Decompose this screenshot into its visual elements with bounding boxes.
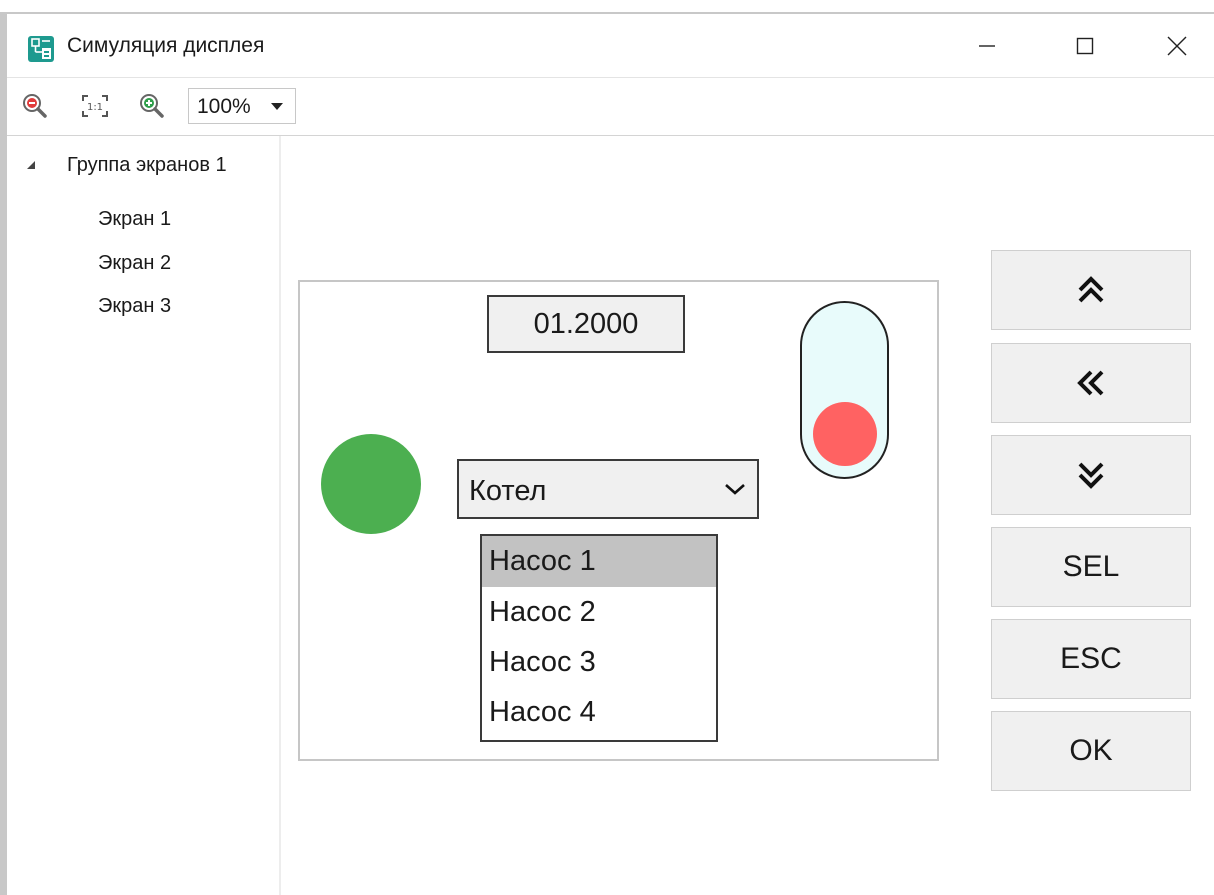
double-chevron-up-icon <box>1078 276 1104 303</box>
back-button[interactable] <box>991 343 1191 423</box>
tree-item-screen-1[interactable]: Экран 1 <box>98 208 171 231</box>
pump-listbox: Насос 1 Насос 2 Насос 3 Насос 4 <box>480 534 718 742</box>
minimize-button[interactable] <box>957 14 1017 77</box>
window-title: Симуляция дисплея <box>67 34 265 57</box>
ok-button[interactable]: OK <box>991 711 1191 791</box>
device-combobox[interactable]: Котел <box>457 459 759 519</box>
actual-size-button[interactable]: 1:1 <box>80 92 108 120</box>
tree-item-screen-3[interactable]: Экран 3 <box>98 295 171 318</box>
list-item-pump-1[interactable]: Насос 1 <box>482 536 716 587</box>
screen-tree: Группа экранов 1 Экран 1 Экран 2 Экран 3 <box>7 136 281 895</box>
toggle-switch[interactable] <box>800 301 889 479</box>
date-field[interactable]: 01.2000 <box>487 295 685 353</box>
tree-group-screens-1[interactable]: Группа экранов 1 <box>67 154 227 177</box>
title-bar: Симуляция дисплея <box>7 14 1214 78</box>
close-icon <box>1167 36 1187 55</box>
maximize-icon <box>1076 37 1094 54</box>
zoom-value: 100% <box>197 95 251 118</box>
page-down-button[interactable] <box>991 435 1191 515</box>
double-chevron-left-icon <box>1077 370 1104 396</box>
chevron-down-icon <box>725 484 745 495</box>
close-button[interactable] <box>1147 14 1207 77</box>
double-chevron-down-icon <box>1078 462 1104 489</box>
window-frame-left <box>0 12 7 895</box>
actual-size-icon: 1:1 <box>82 95 108 117</box>
minimize-icon <box>979 44 995 47</box>
svg-text:1:1: 1:1 <box>87 102 103 113</box>
zoom-in-button[interactable] <box>138 92 166 120</box>
zoom-out-icon <box>23 94 47 118</box>
list-item-pump-3[interactable]: Насос 3 <box>482 637 716 688</box>
zoom-select[interactable]: 100% <box>188 88 296 124</box>
page-up-button[interactable] <box>991 250 1191 330</box>
toggle-knob <box>813 402 877 466</box>
list-item-pump-2[interactable]: Насос 2 <box>482 587 716 638</box>
display-simulation-window: Симуляция дисплея 1:1 100% Группа экрано… <box>7 14 1214 895</box>
sel-button[interactable]: SEL <box>991 527 1191 607</box>
status-indicator <box>321 434 421 534</box>
combobox-value: Котел <box>469 475 547 507</box>
display-simulation-icon <box>28 36 54 62</box>
esc-button[interactable]: ESC <box>991 619 1191 699</box>
toolbar: 1:1 100% <box>7 78 1214 136</box>
dropdown-arrow-icon <box>271 103 283 110</box>
list-item-pump-4[interactable]: Насос 4 <box>482 687 716 738</box>
zoom-out-button[interactable] <box>21 92 49 120</box>
maximize-button[interactable] <box>1055 14 1115 77</box>
zoom-in-icon <box>140 94 164 118</box>
tree-item-screen-2[interactable]: Экран 2 <box>98 252 171 275</box>
display-screen: 01.2000 Котел Насос 1 Насос 2 Насос 3 На… <box>298 280 939 761</box>
expand-caret-icon[interactable] <box>27 161 35 169</box>
